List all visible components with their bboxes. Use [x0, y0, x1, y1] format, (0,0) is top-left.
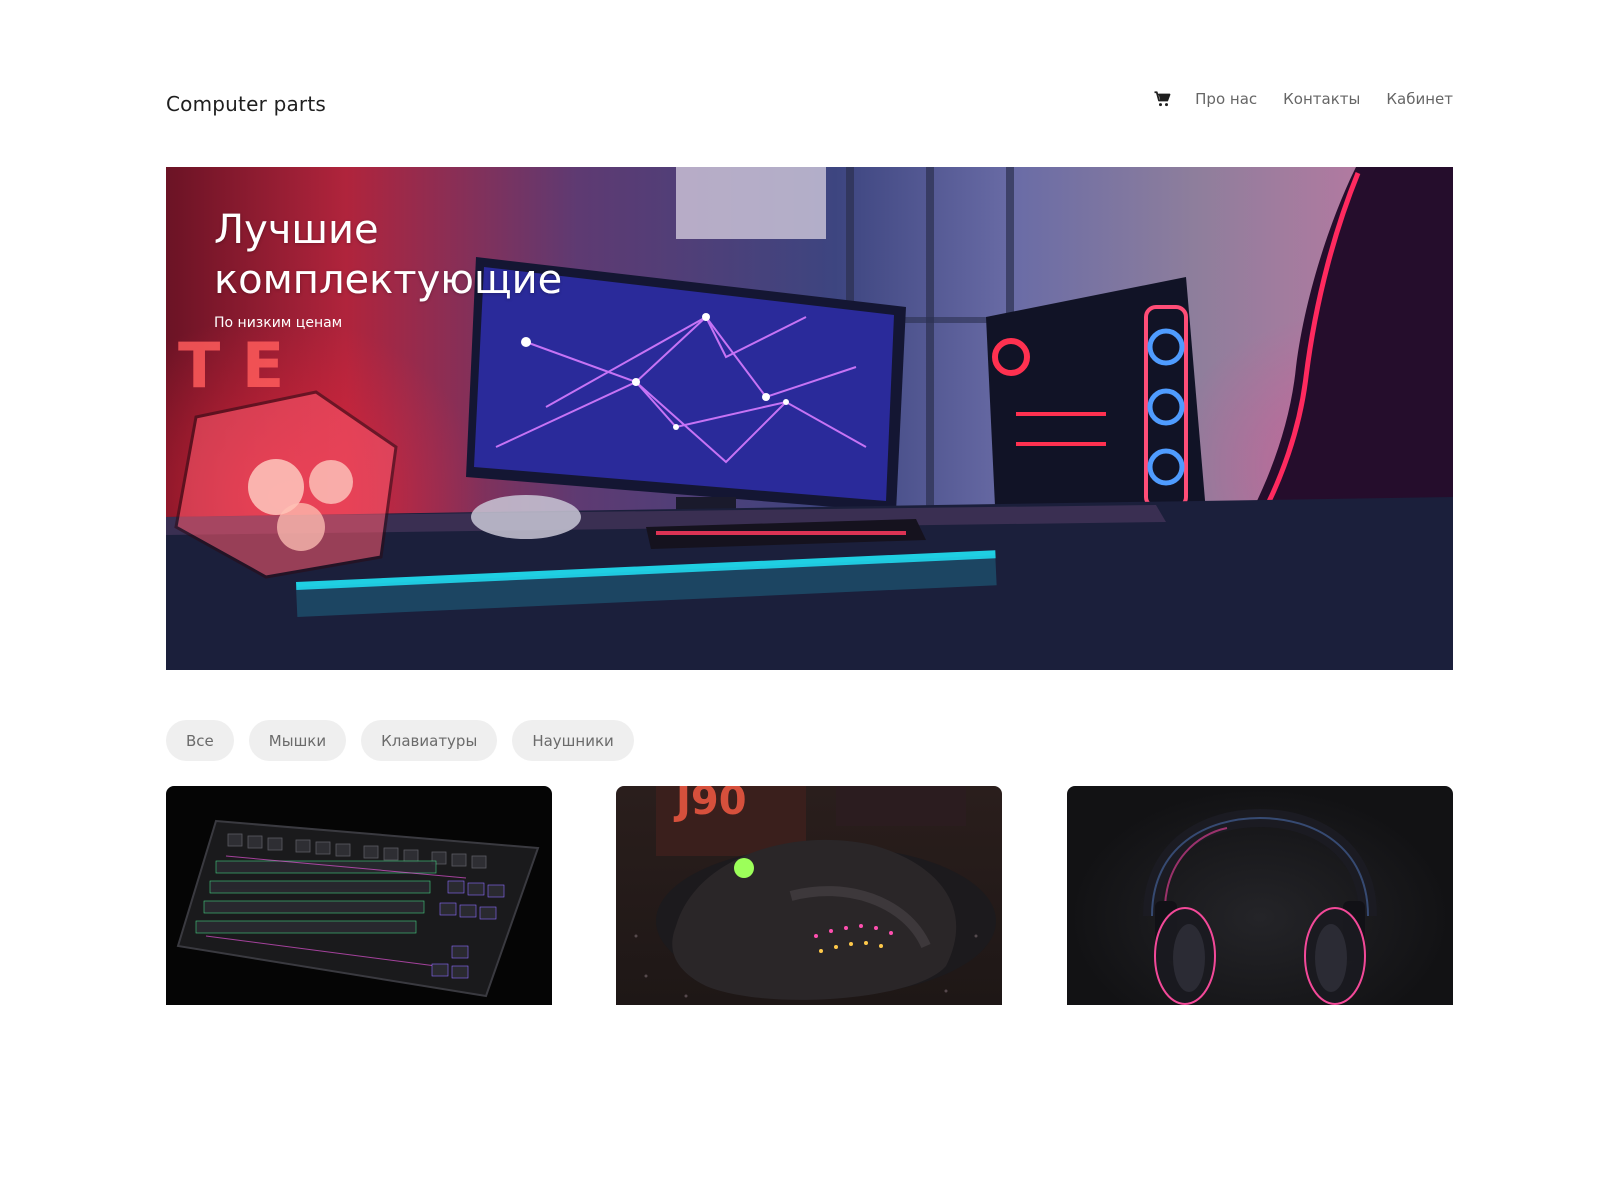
product-card-headphones[interactable] — [1067, 786, 1453, 1005]
cart-icon[interactable] — [1153, 90, 1171, 108]
mouse-photo: J90 — [634, 786, 996, 1000]
svg-text:T E: T E — [178, 329, 284, 402]
nav-link-about[interactable]: Про нас — [1195, 90, 1257, 108]
svg-text:J90: J90 — [673, 786, 747, 824]
filter-headphones-button[interactable]: Наушники — [512, 720, 634, 761]
hero-subtitle: По низким ценам — [214, 315, 343, 331]
product-card-keyboard[interactable] — [166, 786, 552, 1005]
page: Computer parts Про нас Контакты Кабинет … — [0, 0, 1600, 1200]
product-grid: J90 — [166, 786, 1453, 1005]
filter-keyboards-button[interactable]: Клавиатуры — [361, 720, 498, 761]
nav-link-contacts[interactable]: Контакты — [1283, 90, 1360, 108]
product-card-mouse[interactable]: J90 — [616, 786, 1002, 1005]
category-filters: Все Мышки Клавиатуры Наушники — [166, 720, 649, 761]
filter-all-button[interactable]: Все — [166, 720, 234, 761]
nav-link-account[interactable]: Кабинет — [1386, 90, 1453, 108]
main-nav: Про нас Контакты Кабинет — [1153, 90, 1453, 108]
hero-text: Лучшие комплектующие По низким ценам — [214, 205, 634, 331]
site-logo[interactable]: Computer parts — [166, 92, 326, 116]
headphones-photo — [1143, 808, 1377, 1005]
hero-title: Лучшие комплектующие — [214, 207, 563, 303]
hero-banner: T E Лучшие комплектующие По низким ценам — [166, 167, 1453, 670]
keyboard-photo — [176, 819, 540, 998]
filter-mice-button[interactable]: Мышки — [248, 720, 347, 761]
site-header: Computer parts Про нас Контакты Кабинет — [166, 88, 1453, 120]
